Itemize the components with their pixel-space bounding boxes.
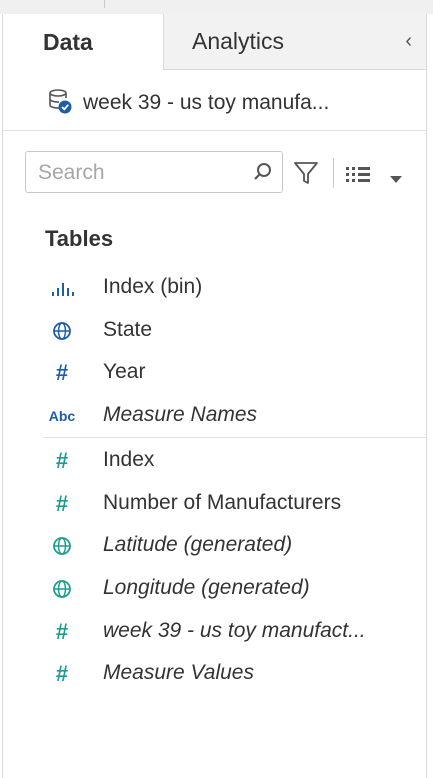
- data-pane: Data Analytics ‹ week 39 - us toy manufa…: [2, 14, 427, 778]
- field-latitude-generated[interactable]: Latitude (generated): [3, 528, 426, 564]
- strip-divider: [104, 0, 105, 8]
- datasource-label: week 39 - us toy manufa...: [83, 91, 330, 114]
- globe-icon: [47, 577, 77, 601]
- dimensions-measures-divider: [43, 437, 426, 438]
- tables-heading: Tables: [45, 226, 114, 251]
- field-label: Year: [103, 360, 146, 383]
- datasource-icon: [47, 87, 73, 120]
- datasource-item[interactable]: week 39 - us toy manufa...: [47, 86, 329, 120]
- field-longitude-generated[interactable]: Longitude (generated): [3, 571, 426, 607]
- field-label: State: [103, 318, 153, 341]
- top-strip: [0, 0, 433, 14]
- field-label: Index: [103, 448, 155, 471]
- field-label: Longitude (generated): [103, 576, 310, 599]
- field-label: Latitude (generated): [103, 533, 293, 556]
- filter-icon[interactable]: [293, 160, 319, 191]
- field-number-of-manufacturers[interactable]: # Number of Manufacturers: [3, 486, 426, 522]
- hash-icon: #: [55, 360, 69, 385]
- tab-analytics[interactable]: Analytics: [163, 14, 426, 70]
- view-list-icon[interactable]: [346, 166, 372, 189]
- field-state[interactable]: State: [3, 313, 426, 349]
- hash-icon: #: [55, 619, 69, 644]
- field-measure-names[interactable]: Abc Measure Names: [3, 398, 426, 434]
- hash-icon: #: [55, 661, 69, 686]
- abc-icon-text: Abc: [48, 408, 76, 424]
- search-field[interactable]: [25, 151, 283, 193]
- hash-icon: #: [55, 448, 69, 473]
- field-label: Index (bin): [103, 275, 203, 298]
- abc-icon: Abc: [47, 404, 77, 428]
- field-index[interactable]: # Index: [3, 443, 426, 479]
- toolbar-separator: [333, 158, 334, 188]
- field-year[interactable]: # Year: [3, 355, 426, 391]
- field-index-bin[interactable]: Index (bin): [3, 270, 426, 306]
- hash-icon: #: [55, 491, 69, 516]
- field-measure-values[interactable]: # Measure Values: [3, 656, 426, 692]
- tab-data-label: Data: [43, 28, 93, 55]
- search-input[interactable]: [36, 157, 240, 189]
- bin-bars-icon: [47, 276, 77, 300]
- tab-data[interactable]: Data: [3, 14, 163, 70]
- search-icon[interactable]: [252, 161, 274, 188]
- tab-analytics-label: Analytics: [192, 28, 285, 54]
- field-label: week 39 - us toy manufact...: [103, 619, 366, 642]
- globe-icon: [47, 534, 77, 558]
- header-divider: [3, 130, 426, 131]
- field-label: Number of Manufacturers: [103, 491, 342, 514]
- collapse-pane-icon[interactable]: ‹: [405, 30, 412, 53]
- chevron-down-icon[interactable]: [389, 172, 403, 190]
- field-label: Measure Values: [103, 661, 254, 684]
- globe-icon: [47, 319, 77, 343]
- field-label: Measure Names: [103, 403, 258, 426]
- pane-tabs: Data Analytics ‹: [3, 14, 426, 70]
- field-week-39-count[interactable]: # week 39 - us toy manufact...: [3, 614, 426, 650]
